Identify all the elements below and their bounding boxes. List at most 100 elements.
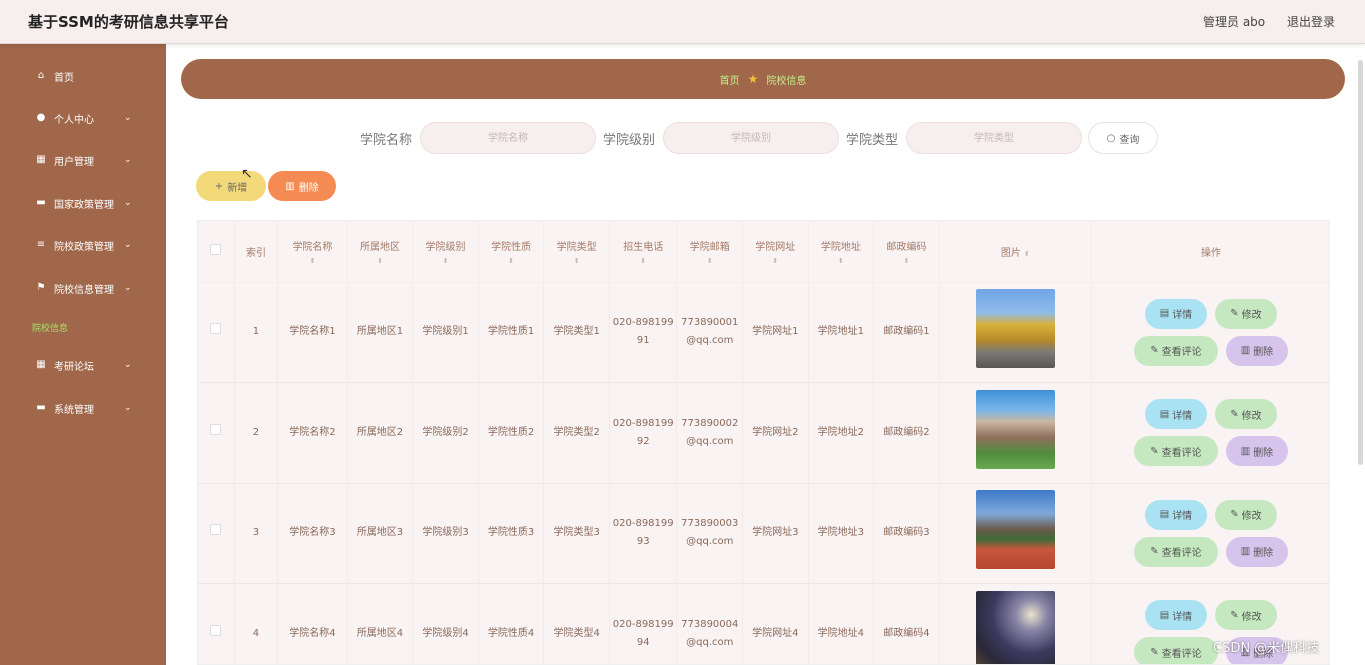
chevron-down-icon: ⌄	[124, 240, 132, 250]
college-name-input[interactable]	[420, 122, 597, 154]
edit-label: 修改	[1241, 410, 1262, 422]
sidebar-item-system[interactable]: ▬ 系统管理 ⌄	[0, 393, 166, 423]
star-icon: ★	[747, 72, 759, 86]
edit-button[interactable]: ✎ 修改	[1214, 499, 1277, 530]
col-header-nature[interactable]: 学院性质 ⬍	[478, 221, 545, 283]
detail-label: 详情	[1172, 511, 1193, 523]
view-comments-button[interactable]: ✎ 查看评论	[1133, 436, 1218, 467]
cell-address: 学院地址4	[808, 583, 875, 664]
sidebar-item-college-policy[interactable]: ≡ 院校政策管理 ⌄	[0, 230, 166, 260]
sidebar-item-forum[interactable]: ▦ 考研论坛 ⌄	[0, 350, 166, 380]
row-checkbox[interactable]	[210, 323, 222, 335]
row-select-cell[interactable]	[198, 382, 235, 484]
college-level-input[interactable]	[663, 122, 840, 154]
row-checkbox[interactable]	[210, 423, 222, 435]
doc-icon: ▤	[1159, 408, 1170, 420]
cell-index: 3	[234, 483, 279, 584]
sort-icon[interactable]: ⬍	[743, 257, 808, 265]
sidebar-subitem-college-info[interactable]: 院校信息	[32, 321, 68, 334]
select-all-cell[interactable]	[198, 221, 235, 283]
col-header-level[interactable]: 学院级别 ⬍	[412, 221, 479, 283]
sidebar-item-college-info[interactable]: ⚑ 院校信息管理 ⌄	[0, 273, 166, 303]
row-checkbox[interactable]	[210, 624, 222, 636]
sort-icon[interactable]: ⬍	[348, 257, 413, 265]
sidebar-item-profile[interactable]: ● 个人中心 ⌄	[0, 103, 166, 133]
running-track-photo[interactable]	[975, 490, 1055, 570]
table-row: 4 学院名称4 所属地区4 学院级别4 学院性质4 学院类型4 020-8981…	[198, 583, 1329, 664]
grid-icon: ▦	[36, 154, 46, 165]
sort-icon[interactable]: ⬍	[1024, 250, 1030, 258]
col-header-phone[interactable]: 招生电话 ⬍	[609, 221, 678, 283]
view-comments-button[interactable]: ✎ 查看评论	[1133, 335, 1218, 366]
sidebar-item-home[interactable]: ⌂ 首页	[0, 61, 166, 91]
col-header-region[interactable]: 所属地区 ⬍	[347, 221, 414, 283]
detail-button[interactable]: ▤ 详情	[1144, 600, 1207, 631]
cell-image	[939, 583, 1092, 664]
view-comments-button[interactable]: ✎ 查看评论	[1133, 536, 1218, 567]
batch-delete-button[interactable]: ▥ 删除	[268, 171, 336, 201]
sort-icon[interactable]: ⬍	[278, 257, 347, 265]
page-scrollbar[interactable]	[1358, 60, 1363, 465]
sort-icon[interactable]: ⬍	[479, 257, 544, 265]
row-select-cell[interactable]	[198, 483, 235, 584]
sidebar-item-national-policy[interactable]: ▬ 国家政策管理 ⌄	[0, 188, 166, 218]
edit-button[interactable]: ✎ 修改	[1214, 600, 1277, 631]
pencil-icon: ✎	[1230, 509, 1239, 521]
sort-icon[interactable]: ⬍	[874, 257, 939, 265]
detail-label: 详情	[1172, 310, 1193, 322]
breadcrumb-home[interactable]: 首页	[720, 72, 740, 87]
cell-level: 学院级别1	[412, 282, 479, 383]
logout-link[interactable]: 退出登录	[1287, 13, 1335, 30]
edit-button[interactable]: ✎ 修改	[1214, 399, 1277, 430]
table-row: 2 学院名称2 所属地区2 学院级别2 学院性质2 学院类型2 020-8981…	[198, 382, 1329, 484]
night-campus-photo[interactable]	[975, 590, 1055, 664]
cell-nature: 学院性质3	[478, 483, 545, 584]
cell-region: 所属地区3	[347, 483, 414, 584]
sidebar-item-label: 国家政策管理	[54, 199, 114, 211]
col-header-actions: 操作	[1091, 221, 1329, 283]
sort-icon[interactable]: ⬍	[809, 257, 874, 265]
campus-avenue-photo[interactable]	[975, 289, 1055, 369]
chevron-down-icon: ⌄	[124, 283, 132, 293]
add-button[interactable]: + 新增	[196, 171, 266, 201]
delete-row-button[interactable]: ▥ 删除	[1225, 436, 1288, 467]
cell-postcode: 邮政编码4	[873, 583, 940, 664]
cell-postcode: 邮政编码2	[873, 382, 940, 484]
col-header-email[interactable]: 学院邮箱 ⬍	[676, 221, 744, 283]
row-checkbox[interactable]	[210, 524, 222, 536]
sort-icon[interactable]: ⬍	[677, 257, 742, 265]
remove-label: 删除	[1253, 347, 1274, 359]
col-header-type[interactable]: 学院类型 ⬍	[543, 221, 610, 283]
delete-row-button[interactable]: ▥ 删除	[1225, 335, 1288, 366]
delete-row-button[interactable]: ▥ 删除	[1225, 536, 1288, 567]
sidebar-item-label: 首页	[54, 72, 74, 84]
cell-nature: 学院性质1	[478, 282, 545, 383]
select-all-checkbox[interactable]	[210, 244, 222, 256]
trash-icon: ▥	[285, 180, 295, 192]
row-select-cell[interactable]	[198, 282, 235, 383]
row-select-cell[interactable]	[198, 583, 235, 664]
cell-type: 学院类型4	[543, 583, 610, 664]
college-type-input[interactable]	[906, 122, 1083, 154]
top-bar: 基于SSM的考研信息共享平台 管理员 abo 退出登录	[0, 0, 1365, 44]
sidebar-item-users[interactable]: ▦ 用户管理 ⌄	[0, 145, 166, 175]
campus-building-photo[interactable]	[975, 389, 1055, 469]
query-button[interactable]: ○ 查询	[1088, 122, 1158, 154]
col-header-postcode[interactable]: 邮政编码 ⬍	[873, 221, 940, 283]
sort-icon[interactable]: ⬍	[413, 257, 478, 265]
sort-icon[interactable]: ⬍	[610, 257, 677, 265]
grid-icon: ▦	[36, 359, 46, 370]
view-comments-button[interactable]: ✎ 查看评论	[1133, 637, 1218, 664]
col-header-website[interactable]: 学院网址 ⬍	[742, 221, 809, 283]
sort-icon[interactable]: ⬍	[544, 257, 609, 265]
detail-button[interactable]: ▤ 详情	[1144, 298, 1207, 329]
cell-email: 773890001@qq.com	[676, 282, 744, 383]
cell-image	[939, 483, 1092, 584]
edit-button[interactable]: ✎ 修改	[1214, 298, 1277, 329]
col-header-name[interactable]: 学院名称 ⬍	[277, 221, 348, 283]
col-header-image[interactable]: 图片 ⬍	[939, 221, 1092, 283]
col-header-address[interactable]: 学院地址 ⬍	[808, 221, 875, 283]
detail-button[interactable]: ▤ 详情	[1144, 499, 1207, 530]
breadcrumb-current: 院校信息	[766, 75, 807, 87]
detail-button[interactable]: ▤ 详情	[1144, 399, 1207, 430]
